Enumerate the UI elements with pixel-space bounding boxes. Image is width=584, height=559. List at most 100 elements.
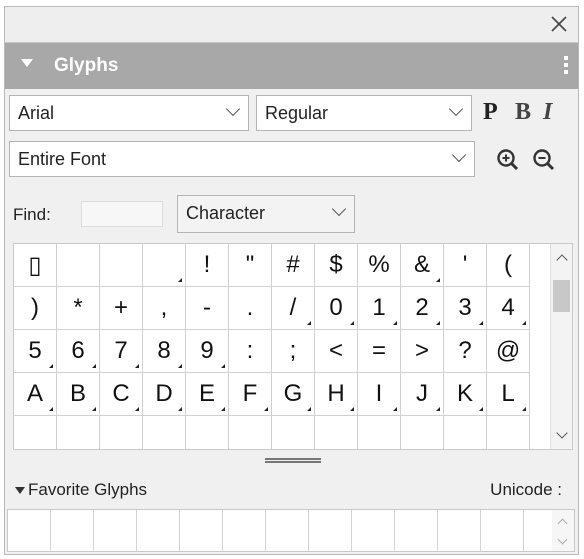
glyph-cell[interactable]: 6: [57, 330, 100, 373]
glyph-cell[interactable]: I: [358, 373, 401, 416]
glyph-cell[interactable]: [57, 244, 100, 287]
find-input[interactable]: [81, 201, 163, 227]
glyph-cell[interactable]: [487, 416, 530, 449]
favorite-glyph-slot[interactable]: [8, 510, 51, 551]
panel-splitter-handle[interactable]: [265, 458, 321, 463]
glyph-cell[interactable]: H: [315, 373, 358, 416]
glyph-cell[interactable]: #: [272, 244, 315, 287]
glyph-cell[interactable]: [100, 416, 143, 449]
glyph-cell[interactable]: (: [487, 244, 530, 287]
glyph-cell[interactable]: K: [444, 373, 487, 416]
favorite-glyph-slot[interactable]: [223, 510, 266, 551]
glyph-grid-area: ▯! " # $% & ' () * +, -. / 0 1 2 3 4 5 6 7 8 9:; < = >? @ A B C D E F G…: [13, 243, 573, 450]
glyph-cell[interactable]: +: [100, 287, 143, 330]
glyph-cell[interactable]: <: [315, 330, 358, 373]
glyph-cell[interactable]: .: [229, 287, 272, 330]
glyph-cell[interactable]: 5: [14, 330, 57, 373]
scroll-thumb[interactable]: [553, 280, 570, 312]
favorite-glyph-slot[interactable]: [395, 510, 438, 551]
glyph-cell[interactable]: [14, 416, 57, 449]
glyph-cell[interactable]: J: [401, 373, 444, 416]
favorite-glyph-slot[interactable]: [309, 510, 352, 551]
close-icon[interactable]: [548, 13, 570, 35]
glyph-grid-scrollbar[interactable]: [550, 244, 572, 449]
scroll-down-icon[interactable]: [556, 427, 568, 439]
glyph-cell[interactable]: :: [229, 330, 272, 373]
glyph-cell[interactable]: [229, 416, 272, 449]
glyph-cell[interactable]: &: [401, 244, 444, 287]
glyph-cell[interactable]: 3: [444, 287, 487, 330]
panel-title-bar[interactable]: Glyphs: [5, 43, 578, 89]
glyph-cell[interactable]: A: [14, 373, 57, 416]
glyph-cell[interactable]: [143, 244, 186, 287]
favorite-glyph-slot[interactable]: [94, 510, 137, 551]
glyph-char: ': [462, 251, 468, 278]
glyph-cell[interactable]: 7: [100, 330, 143, 373]
alternates-indicator-icon: [135, 407, 139, 411]
glyph-cell[interactable]: >: [401, 330, 444, 373]
plain-style-button[interactable]: P: [483, 99, 498, 126]
zoom-in-icon[interactable]: [495, 147, 521, 173]
glyph-cell[interactable]: ': [444, 244, 487, 287]
glyph-cell[interactable]: ): [14, 287, 57, 330]
glyph-subset-dropdown[interactable]: Entire Font: [9, 141, 475, 177]
font-family-dropdown[interactable]: Arial: [9, 95, 249, 131]
favorite-glyphs-header[interactable]: Favorite Glyphs: [15, 480, 147, 500]
favorite-glyph-slot[interactable]: [266, 510, 309, 551]
glyph-cell[interactable]: 2: [401, 287, 444, 330]
glyph-cell[interactable]: L: [487, 373, 530, 416]
favorite-glyph-slot[interactable]: [180, 510, 223, 551]
glyph-cell[interactable]: B: [57, 373, 100, 416]
glyph-cell[interactable]: ;: [272, 330, 315, 373]
glyph-cell[interactable]: $: [315, 244, 358, 287]
favorites-scrollbar[interactable]: [552, 510, 574, 551]
glyph-cell[interactable]: %: [358, 244, 401, 287]
favorite-glyph-slot[interactable]: [51, 510, 94, 551]
glyph-cell[interactable]: [272, 416, 315, 449]
bold-style-button[interactable]: B: [515, 99, 531, 126]
vertical-dots-icon[interactable]: [564, 56, 568, 74]
glyph-cell[interactable]: ▯: [14, 244, 57, 287]
font-style-dropdown[interactable]: Regular: [256, 95, 472, 131]
scroll-up-icon[interactable]: [557, 518, 568, 529]
glyph-cell[interactable]: F: [229, 373, 272, 416]
scroll-down-icon[interactable]: [557, 534, 568, 545]
glyph-cell[interactable]: 4: [487, 287, 530, 330]
triangle-down-icon[interactable]: [21, 59, 33, 67]
glyph-cell[interactable]: E: [186, 373, 229, 416]
glyph-cell[interactable]: [186, 416, 229, 449]
scroll-up-icon[interactable]: [556, 254, 568, 266]
glyph-cell[interactable]: ?: [444, 330, 487, 373]
zoom-out-icon[interactable]: [531, 147, 557, 173]
glyph-char: ": [245, 251, 255, 278]
glyph-cell[interactable]: G: [272, 373, 315, 416]
glyph-cell[interactable]: *: [57, 287, 100, 330]
glyph-cell[interactable]: [401, 416, 444, 449]
glyph-cell[interactable]: !: [186, 244, 229, 287]
find-mode-dropdown[interactable]: Character: [177, 195, 355, 233]
glyph-char: 0: [329, 294, 343, 321]
glyph-cell[interactable]: 1: [358, 287, 401, 330]
favorite-glyph-slot[interactable]: [137, 510, 180, 551]
glyph-cell[interactable]: [143, 416, 186, 449]
favorite-glyph-slot[interactable]: [438, 510, 481, 551]
glyph-cell[interactable]: =: [358, 330, 401, 373]
italic-style-button[interactable]: I: [543, 99, 552, 126]
glyph-cell[interactable]: @: [487, 330, 530, 373]
glyph-cell[interactable]: C: [100, 373, 143, 416]
glyph-cell[interactable]: /: [272, 287, 315, 330]
glyph-cell[interactable]: [358, 416, 401, 449]
glyph-cell[interactable]: ,: [143, 287, 186, 330]
glyph-cell[interactable]: -: [186, 287, 229, 330]
glyph-cell[interactable]: 8: [143, 330, 186, 373]
glyph-cell[interactable]: ": [229, 244, 272, 287]
glyph-cell[interactable]: 9: [186, 330, 229, 373]
glyph-cell[interactable]: [444, 416, 487, 449]
glyph-cell[interactable]: [57, 416, 100, 449]
glyph-cell[interactable]: D: [143, 373, 186, 416]
glyph-cell[interactable]: [315, 416, 358, 449]
glyph-cell[interactable]: 0: [315, 287, 358, 330]
favorite-glyph-slot[interactable]: [352, 510, 395, 551]
glyph-cell[interactable]: [100, 244, 143, 287]
favorite-glyph-slot[interactable]: [481, 510, 524, 551]
